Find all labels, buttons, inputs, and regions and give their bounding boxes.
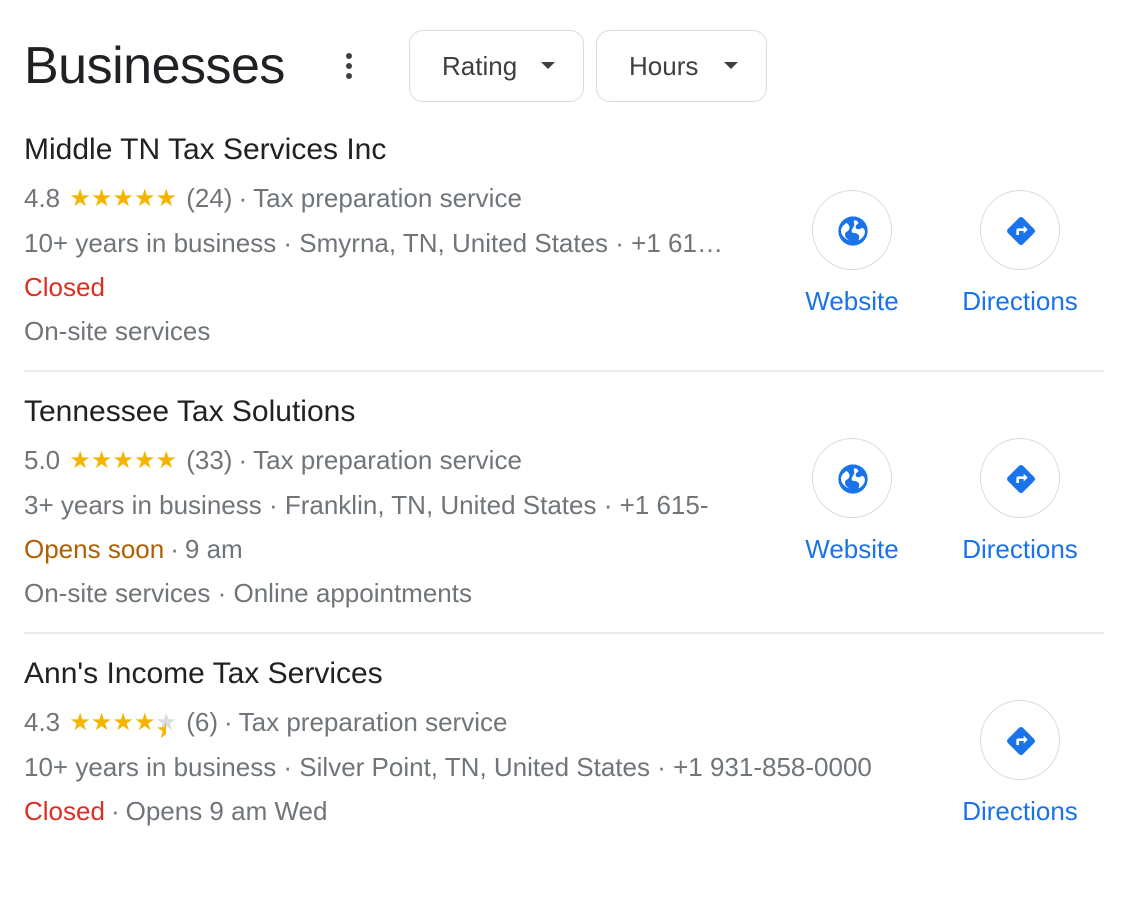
business-details: 10+ years in business · Silver Point, TN… xyxy=(24,752,872,782)
business-details: 10+ years in business · Smyrna, TN, Unit… xyxy=(24,228,724,258)
hours-status: Opens soon xyxy=(24,534,165,564)
directions-label: Directions xyxy=(962,796,1078,826)
hours-status-line: Closed · Opens 9 am Wed xyxy=(24,796,328,826)
star-icon: ★ xyxy=(155,185,177,212)
hours-detail: Opens 9 am Wed xyxy=(125,796,328,826)
business-details: 3+ years in business · Franklin, TN, Uni… xyxy=(24,490,709,520)
website-button[interactable]: Website xyxy=(772,438,932,566)
review-count[interactable]: (24) xyxy=(186,183,232,213)
caret-down-icon xyxy=(541,62,555,69)
hours-chip-label: Hours xyxy=(629,50,699,81)
directions-label: Directions xyxy=(962,286,1078,316)
globe-icon xyxy=(838,216,868,246)
directions-label: Directions xyxy=(962,534,1078,564)
website-label: Website xyxy=(805,286,899,316)
section-title: Businesses xyxy=(24,37,285,95)
website-label: Website xyxy=(805,534,899,564)
directions-circle xyxy=(980,190,1060,270)
globe-icon xyxy=(838,464,868,494)
more-vert-icon-dot xyxy=(346,63,352,69)
directions-button[interactable]: Directions xyxy=(940,438,1100,566)
caret-down-icon xyxy=(724,62,738,69)
hours-status: Closed xyxy=(24,796,105,826)
star-icon: ★ xyxy=(112,185,134,212)
star-icon: ★ xyxy=(155,709,177,736)
directions-circle xyxy=(980,700,1060,780)
star-icon: ★ xyxy=(155,447,177,474)
business-info: Ann's Income Tax Services 4.3 ★★★★★ (6)·… xyxy=(24,656,904,833)
business-list: Middle TN Tax Services Inc 4.8 ★★★★★ (24… xyxy=(24,132,1104,864)
rating-filter-chip[interactable]: Rating xyxy=(409,30,584,102)
star-icon: ★ xyxy=(112,447,134,474)
hours-status-line: Closed xyxy=(24,265,764,309)
star-rating: ★★★★★ xyxy=(69,701,177,745)
business-category: Tax preparation service xyxy=(253,445,522,475)
business-info: Middle TN Tax Services Inc 4.8 ★★★★★ (24… xyxy=(24,132,764,353)
website-circle xyxy=(812,438,892,518)
review-count[interactable]: (6) xyxy=(186,707,218,737)
star-icon: ★ xyxy=(69,447,91,474)
business-name[interactable]: Tennessee Tax Solutions xyxy=(24,394,764,430)
star-icon: ★ xyxy=(69,709,91,736)
rating-value: 4.8 xyxy=(24,183,61,213)
hours-status: Closed xyxy=(24,272,105,302)
star-icon: ★ xyxy=(90,447,113,474)
business-name[interactable]: Middle TN Tax Services Inc xyxy=(24,132,764,168)
website-circle xyxy=(812,190,892,270)
service-options: On-site services xyxy=(24,316,211,346)
star-icon: ★ xyxy=(112,709,134,736)
directions-icon xyxy=(1007,465,1035,493)
results-header: Businesses Rating Hours xyxy=(24,30,1104,102)
directions-button[interactable]: Directions xyxy=(940,700,1100,828)
business-info: Tennessee Tax Solutions 5.0 ★★★★★ (33) · T… xyxy=(24,394,764,615)
business-category: Tax preparation service xyxy=(238,707,508,737)
star-icon: ★ xyxy=(69,185,91,212)
directions-icon xyxy=(1007,217,1035,245)
more-vert-icon xyxy=(346,53,352,59)
more-options-button[interactable] xyxy=(340,50,358,86)
hours-detail: 9 am xyxy=(184,534,243,564)
directions-circle xyxy=(980,438,1060,518)
business-item[interactable]: Ann's Income Tax Services 4.3 ★★★★★ (6)·… xyxy=(24,634,1104,864)
business-item[interactable]: Tennessee Tax Solutions 5.0 ★★★★★ (33) · T… xyxy=(24,372,1104,634)
hours-status-line: Opens soon · 9 am xyxy=(24,534,243,564)
star-icon: ★ xyxy=(90,709,113,736)
star-icon: ★ xyxy=(133,447,156,474)
rating-line: 4.8 ★★★★★ (24) · Tax preparation service xyxy=(24,176,764,221)
rating-line: 5.0 ★★★★★ (33) · Tax preparation service xyxy=(24,438,764,483)
rating-value: 4.3 xyxy=(24,707,61,737)
star-icon: ★ xyxy=(133,709,156,736)
service-options: On-site services · Online appointments xyxy=(24,578,472,608)
star-icon: ★ xyxy=(90,185,113,212)
directions-button[interactable]: Directions xyxy=(940,190,1100,318)
business-item[interactable]: Middle TN Tax Services Inc 4.8 ★★★★★ (24… xyxy=(24,132,1104,372)
directions-icon xyxy=(1007,727,1035,755)
star-rating: ★★★★★ xyxy=(69,439,177,483)
rating-value: 5.0 xyxy=(24,445,61,475)
business-category: Tax preparation service xyxy=(253,183,522,213)
review-count[interactable]: (33) xyxy=(186,445,232,475)
star-rating: ★★★★★ xyxy=(69,177,177,221)
website-button[interactable]: Website xyxy=(772,190,932,318)
rating-line: 4.3 ★★★★★ (6)·Tax preparation service xyxy=(24,700,904,745)
business-name[interactable]: Ann's Income Tax Services xyxy=(24,656,904,692)
star-icon: ★ xyxy=(133,185,156,212)
rating-chip-label: Rating xyxy=(442,50,518,81)
hours-filter-chip[interactable]: Hours xyxy=(596,30,767,102)
more-vert-icon-dot xyxy=(346,73,352,79)
